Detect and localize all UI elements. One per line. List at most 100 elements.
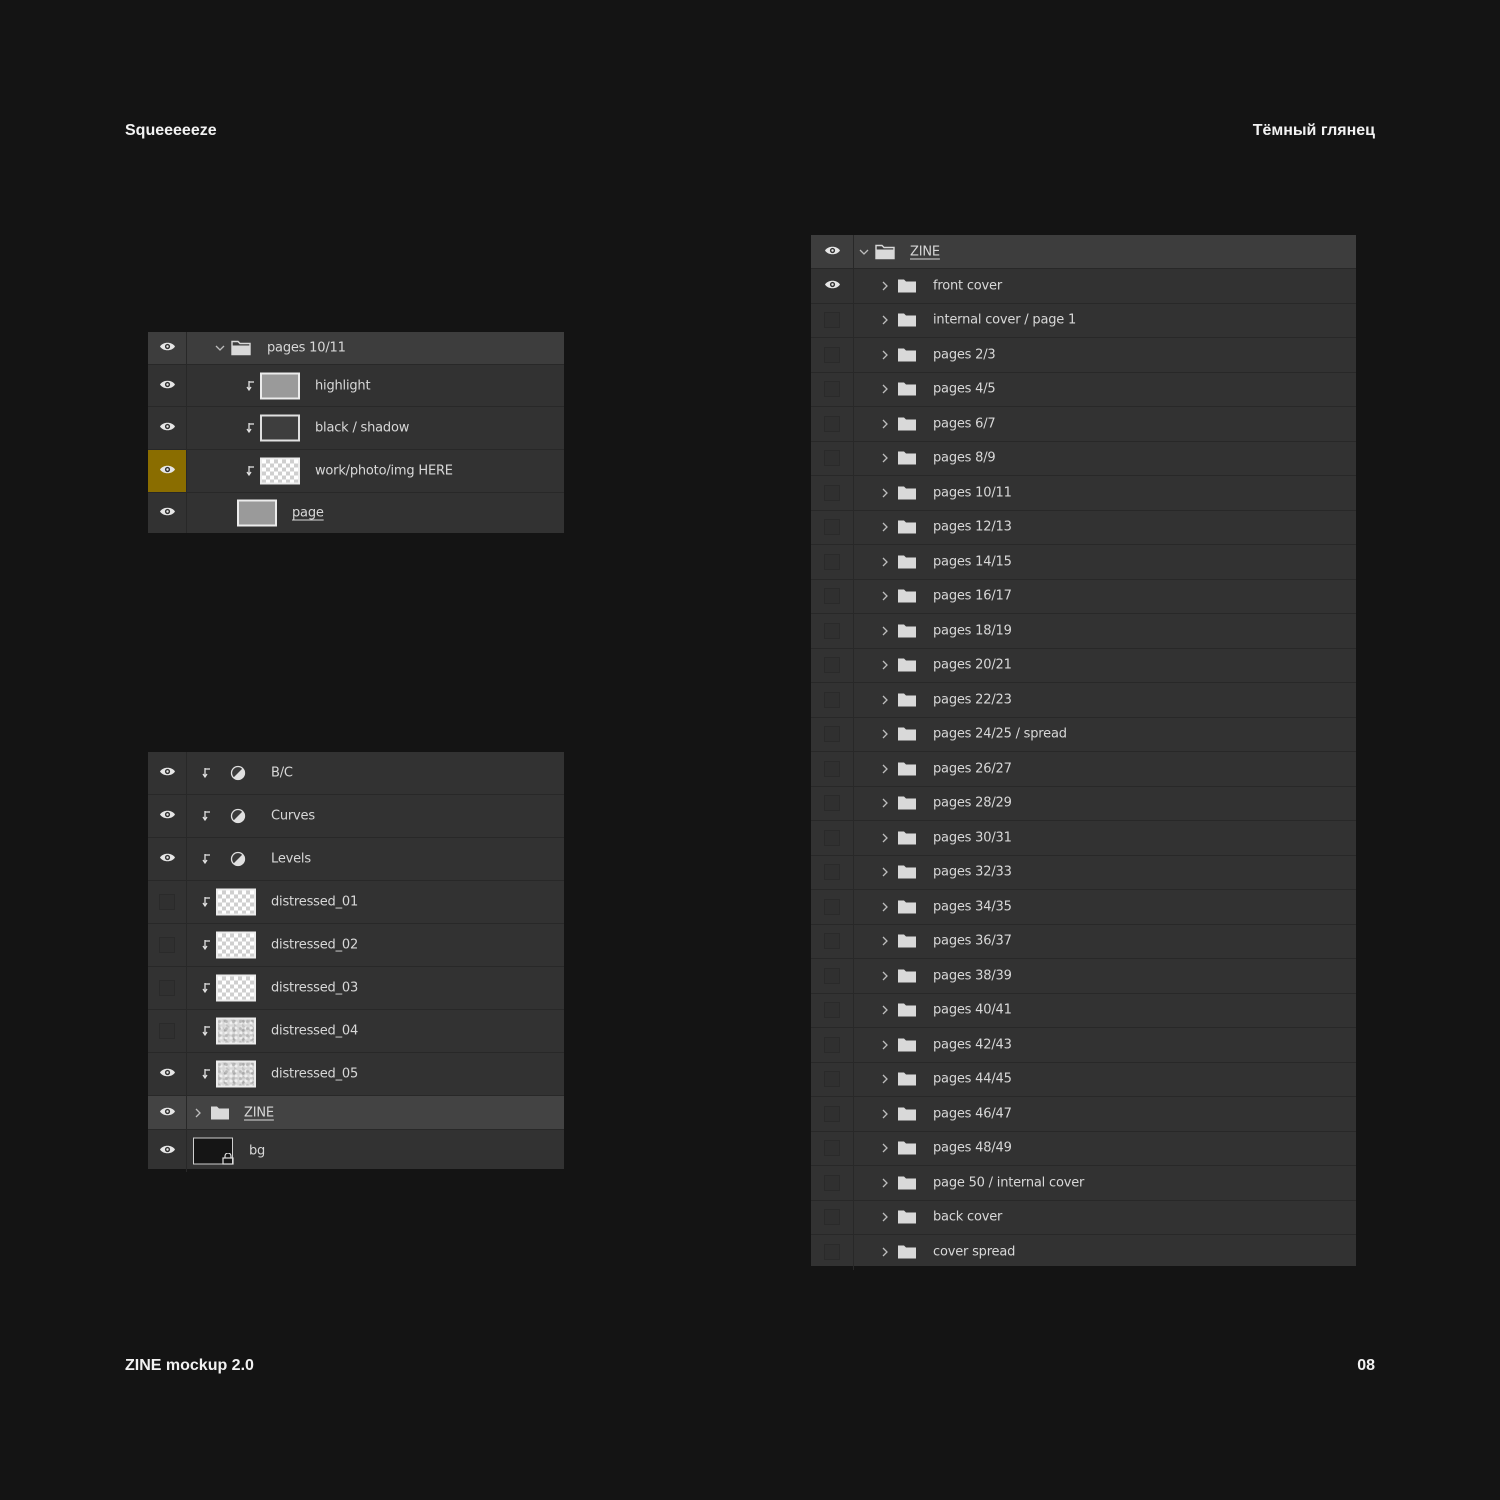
visibility-empty-box[interactable] [824, 967, 840, 984]
visibility-empty-box[interactable] [824, 553, 840, 570]
visibility-toggle[interactable] [148, 967, 187, 1009]
visibility-empty-box[interactable] [824, 795, 840, 812]
visibility-toggle[interactable] [811, 441, 854, 475]
layer-group-row[interactable]: pages 22/23 [811, 683, 1356, 718]
visibility-empty-box[interactable] [159, 1023, 175, 1039]
layer-row[interactable]: Levels [148, 838, 564, 881]
layer-row[interactable]: work/photo/img HERE [148, 450, 564, 493]
layer-row[interactable]: distressed_05 [148, 1053, 564, 1096]
chevron-right-icon[interactable] [879, 659, 891, 671]
visibility-toggle[interactable] [811, 372, 854, 406]
visibility-toggle[interactable] [811, 855, 854, 889]
visibility-toggle[interactable] [811, 235, 854, 268]
visibility-toggle[interactable] [811, 545, 854, 579]
layer-group-row[interactable]: front cover [811, 269, 1356, 304]
chevron-right-icon[interactable] [879, 521, 891, 533]
visibility-toggle[interactable] [148, 407, 187, 449]
layer-group-row[interactable]: page 50 / internal cover [811, 1166, 1356, 1201]
visibility-empty-box[interactable] [824, 381, 840, 398]
layer-group-zine-root[interactable]: ZINE [811, 235, 1356, 269]
visibility-empty-box[interactable] [824, 898, 840, 915]
chevron-down-icon[interactable] [214, 342, 226, 354]
visibility-empty-box[interactable] [824, 588, 840, 605]
visibility-toggle[interactable] [811, 1200, 854, 1234]
visibility-toggle[interactable] [148, 1010, 187, 1052]
chevron-right-icon[interactable] [192, 1107, 204, 1119]
visibility-toggle[interactable] [811, 476, 854, 510]
visibility-toggle[interactable] [148, 450, 187, 492]
layer-group-row[interactable]: back cover [811, 1200, 1356, 1235]
visibility-empty-box[interactable] [824, 933, 840, 950]
visibility-empty-box[interactable] [824, 1071, 840, 1088]
visibility-toggle[interactable] [811, 303, 854, 337]
layer-group-zine[interactable]: ZINE [148, 1096, 564, 1130]
layer-group-row[interactable]: pages 38/39 [811, 959, 1356, 994]
visibility-toggle[interactable] [811, 1062, 854, 1096]
layer-group-row[interactable]: pages 20/21 [811, 648, 1356, 683]
chevron-right-icon[interactable] [879, 349, 891, 361]
layer-row[interactable]: distressed_04 [148, 1010, 564, 1053]
visibility-toggle[interactable] [811, 683, 854, 717]
visibility-toggle[interactable] [148, 752, 187, 794]
visibility-empty-box[interactable] [824, 415, 840, 432]
chevron-right-icon[interactable] [879, 280, 891, 292]
layer-row[interactable]: B/C [148, 752, 564, 795]
chevron-right-icon[interactable] [879, 1177, 891, 1189]
visibility-empty-box[interactable] [159, 894, 175, 910]
visibility-toggle[interactable] [811, 1235, 854, 1270]
chevron-right-icon[interactable] [879, 763, 891, 775]
visibility-empty-box[interactable] [824, 1140, 840, 1157]
chevron-right-icon[interactable] [879, 1004, 891, 1016]
visibility-toggle[interactable] [148, 881, 187, 923]
chevron-right-icon[interactable] [879, 728, 891, 740]
visibility-toggle[interactable] [811, 717, 854, 751]
layer-group-row[interactable]: pages 12/13 [811, 510, 1356, 545]
visibility-toggle[interactable] [148, 332, 187, 364]
layer-group-row[interactable]: pages 34/35 [811, 890, 1356, 925]
chevron-right-icon[interactable] [879, 797, 891, 809]
visibility-empty-box[interactable] [824, 450, 840, 467]
chevron-right-icon[interactable] [879, 901, 891, 913]
chevron-right-icon[interactable] [879, 383, 891, 395]
layer-group-row[interactable]: pages 36/37 [811, 924, 1356, 959]
visibility-toggle[interactable] [148, 924, 187, 966]
chevron-right-icon[interactable] [879, 314, 891, 326]
chevron-right-icon[interactable] [879, 1108, 891, 1120]
visibility-toggle[interactable] [811, 821, 854, 855]
chevron-right-icon[interactable] [879, 556, 891, 568]
layer-group-row[interactable]: pages 42/43 [811, 1028, 1356, 1063]
visibility-empty-box[interactable] [824, 726, 840, 743]
visibility-empty-box[interactable] [824, 1036, 840, 1053]
layer-row[interactable]: distressed_02 [148, 924, 564, 967]
visibility-empty-box[interactable] [824, 484, 840, 501]
visibility-toggle[interactable] [811, 269, 854, 303]
visibility-toggle[interactable] [148, 365, 187, 406]
visibility-empty-box[interactable] [824, 829, 840, 846]
visibility-empty-box[interactable] [824, 864, 840, 881]
visibility-toggle[interactable] [811, 993, 854, 1027]
layer-group-row[interactable]: pages 44/45 [811, 1062, 1356, 1097]
chevron-right-icon[interactable] [879, 970, 891, 982]
visibility-toggle[interactable] [148, 1096, 187, 1129]
layer-row[interactable]: distressed_01 [148, 881, 564, 924]
chevron-right-icon[interactable] [879, 452, 891, 464]
visibility-toggle[interactable] [811, 1097, 854, 1131]
layer-group-row[interactable]: pages 6/7 [811, 407, 1356, 442]
chevron-right-icon[interactable] [879, 1039, 891, 1051]
chevron-right-icon[interactable] [879, 590, 891, 602]
visibility-toggle[interactable] [148, 795, 187, 837]
layer-group-row[interactable]: pages 14/15 [811, 545, 1356, 580]
visibility-empty-box[interactable] [824, 1244, 840, 1261]
visibility-toggle[interactable] [148, 838, 187, 880]
visibility-toggle[interactable] [148, 1130, 187, 1172]
layer-row[interactable]: Curves [148, 795, 564, 838]
layer-row[interactable]: page [148, 493, 564, 533]
visibility-toggle[interactable] [148, 1053, 187, 1095]
chevron-right-icon[interactable] [879, 487, 891, 499]
visibility-toggle[interactable] [811, 614, 854, 648]
layer-group-row[interactable]: pages 10/11 [811, 476, 1356, 511]
chevron-right-icon[interactable] [879, 1246, 891, 1258]
layer-group-row[interactable]: pages 18/19 [811, 614, 1356, 649]
layer-bg[interactable]: bg [148, 1130, 564, 1172]
visibility-toggle[interactable] [811, 338, 854, 372]
